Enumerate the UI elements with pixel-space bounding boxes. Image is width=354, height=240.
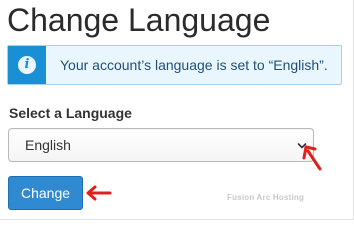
info-icon: i [18, 56, 36, 74]
page-title: Change Language [7, 2, 271, 38]
select-language-label: Select a Language [9, 105, 132, 121]
change-button[interactable]: Change [8, 176, 83, 210]
dropdown-arrow-annotation [302, 145, 322, 171]
alert-icon-strip: i [8, 46, 46, 84]
info-alert: i Your account’s language is set to “Eng… [7, 45, 342, 85]
alert-message: Your account’s language is set to “Engli… [60, 57, 328, 73]
language-select[interactable]: English [8, 128, 314, 162]
button-arrow-annotation [86, 185, 112, 201]
watermark: Fusion Arc Hosting [227, 193, 305, 202]
change-language-page: Change Language i Your account’s languag… [0, 0, 354, 220]
language-select-value: English [25, 137, 71, 153]
